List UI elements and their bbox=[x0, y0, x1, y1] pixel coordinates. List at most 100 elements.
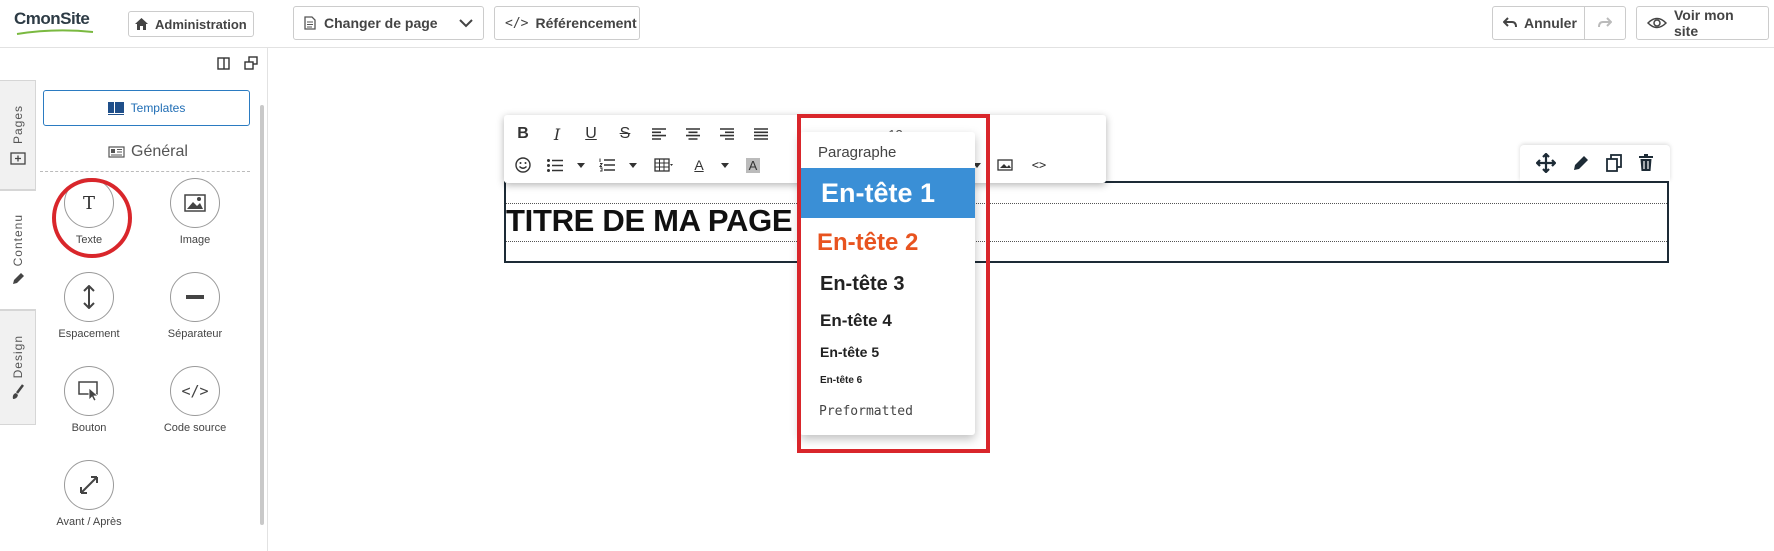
cursor-icon bbox=[64, 366, 114, 416]
page-heading[interactable]: TITRE DE MA PAGE bbox=[506, 203, 793, 239]
panel-dock-icon[interactable] bbox=[217, 57, 230, 70]
undo-icon bbox=[1503, 17, 1517, 28]
vertical-arrows-icon bbox=[64, 272, 114, 322]
seo-button[interactable]: </> Référencement bbox=[494, 6, 640, 40]
tool-code-source-label: Code source bbox=[163, 422, 227, 434]
align-justify-icon bbox=[754, 128, 768, 140]
tool-separateur-label: Séparateur bbox=[167, 328, 223, 340]
block-guide-bottom bbox=[506, 241, 1667, 242]
align-right-icon bbox=[720, 128, 734, 140]
bullet-list-menu[interactable] bbox=[570, 151, 592, 179]
tool-image-label: Image bbox=[179, 234, 211, 246]
background-color-icon: A bbox=[745, 157, 761, 173]
home-icon bbox=[135, 18, 148, 30]
view-site-button[interactable]: Voir mon site bbox=[1636, 6, 1769, 40]
italic-button[interactable]: I bbox=[540, 120, 574, 148]
change-page-label: Changer de page bbox=[324, 15, 438, 31]
dropdown-highlight-box bbox=[797, 114, 990, 453]
align-center-button[interactable] bbox=[676, 120, 710, 148]
numbered-list-icon bbox=[599, 158, 615, 172]
change-page-dropdown[interactable]: Changer de page bbox=[293, 6, 484, 40]
pencil-icon bbox=[13, 273, 24, 285]
align-justify-button[interactable] bbox=[744, 120, 778, 148]
text-color-menu[interactable] bbox=[714, 151, 736, 179]
top-bar: CmonSite Administration Changer de page … bbox=[0, 0, 1774, 48]
tool-espacement[interactable]: Espacement bbox=[39, 272, 139, 340]
background-color-button[interactable]: A bbox=[736, 151, 770, 179]
text-color-icon: A bbox=[694, 157, 704, 173]
view-site-label: Voir mon site bbox=[1674, 7, 1734, 39]
panel-detach-icon[interactable] bbox=[244, 56, 258, 70]
brush-icon bbox=[12, 384, 24, 400]
tool-espacement-label: Espacement bbox=[58, 328, 120, 340]
minus-icon bbox=[170, 272, 220, 322]
sidebar-tabs: Pages Contenu Design bbox=[0, 80, 36, 551]
code-icon: </> bbox=[170, 366, 220, 416]
caret-down-icon bbox=[721, 162, 729, 168]
section-divider bbox=[40, 171, 250, 172]
logo-swoosh bbox=[16, 29, 94, 35]
table-icon bbox=[654, 158, 673, 172]
strikethrough-button[interactable]: S bbox=[608, 120, 642, 148]
templates-icon bbox=[107, 101, 124, 115]
administration-label: Administration bbox=[155, 16, 247, 32]
content-panel: Templates Général T Texte Image Espaceme… bbox=[36, 80, 260, 551]
undo-button[interactable]: Annuler bbox=[1492, 6, 1585, 40]
redo-icon bbox=[1598, 17, 1612, 28]
bold-button[interactable]: B bbox=[506, 120, 540, 148]
align-left-button[interactable] bbox=[642, 120, 676, 148]
emoji-button[interactable] bbox=[506, 151, 540, 179]
bullet-list-button[interactable] bbox=[540, 151, 570, 179]
section-general: Général bbox=[36, 143, 260, 161]
tool-separateur[interactable]: Séparateur bbox=[145, 272, 245, 340]
templates-button[interactable]: Templates bbox=[43, 90, 250, 126]
plus-page-icon bbox=[9, 152, 26, 165]
redo-button[interactable] bbox=[1584, 6, 1626, 40]
insert-image-button[interactable] bbox=[988, 151, 1022, 179]
align-center-icon bbox=[686, 128, 700, 140]
panel-header bbox=[0, 48, 268, 80]
move-icon[interactable] bbox=[1536, 153, 1556, 173]
section-general-label: Général bbox=[131, 143, 188, 160]
logo[interactable]: CmonSite bbox=[14, 9, 90, 29]
chevron-down-icon bbox=[459, 18, 473, 27]
sidebar-scrollbar[interactable] bbox=[260, 105, 264, 525]
seo-label: Référencement bbox=[535, 15, 637, 31]
tool-avant-apres[interactable]: Avant / Après bbox=[39, 460, 139, 528]
tab-contenu[interactable]: Contenu bbox=[0, 190, 36, 310]
tab-design-label: Design bbox=[10, 334, 25, 379]
tool-avant-apres-label: Avant / Après bbox=[56, 516, 122, 528]
tab-contenu-label: Contenu bbox=[11, 213, 25, 267]
copy-icon[interactable] bbox=[1606, 154, 1622, 172]
align-right-button[interactable] bbox=[710, 120, 744, 148]
numbered-list-button[interactable] bbox=[592, 151, 622, 179]
edit-icon[interactable] bbox=[1572, 154, 1590, 172]
bullet-list-icon bbox=[547, 158, 563, 172]
diagonal-arrows-icon bbox=[64, 460, 114, 510]
tool-image[interactable]: Image bbox=[145, 178, 245, 246]
administration-button[interactable]: Administration bbox=[128, 11, 254, 37]
underline-button[interactable]: U bbox=[574, 120, 608, 148]
tab-design[interactable]: Design bbox=[0, 310, 36, 425]
tool-code-source[interactable]: </> Code source bbox=[145, 366, 245, 434]
tab-pages-label: Pages bbox=[10, 104, 25, 145]
caret-down-icon bbox=[577, 162, 585, 168]
table-button[interactable] bbox=[644, 151, 684, 179]
block-toolbar bbox=[1520, 145, 1670, 181]
caret-down-icon bbox=[629, 162, 637, 168]
texte-highlight-ring bbox=[52, 178, 132, 258]
undo-label: Annuler bbox=[1524, 15, 1577, 31]
trash-icon[interactable] bbox=[1638, 154, 1654, 172]
align-left-icon bbox=[652, 128, 666, 140]
code-icon: </> bbox=[505, 15, 529, 31]
code-icon: <> bbox=[1031, 158, 1047, 172]
image-icon bbox=[170, 178, 220, 228]
smiley-icon bbox=[515, 157, 531, 173]
tab-pages[interactable]: Pages bbox=[0, 80, 36, 190]
source-code-button[interactable]: <> bbox=[1022, 151, 1056, 179]
document-icon bbox=[304, 16, 316, 30]
numbered-list-menu[interactable] bbox=[622, 151, 644, 179]
tool-bouton-label: Bouton bbox=[71, 422, 107, 434]
tool-bouton[interactable]: Bouton bbox=[39, 366, 139, 434]
text-color-button[interactable]: A bbox=[684, 151, 714, 179]
